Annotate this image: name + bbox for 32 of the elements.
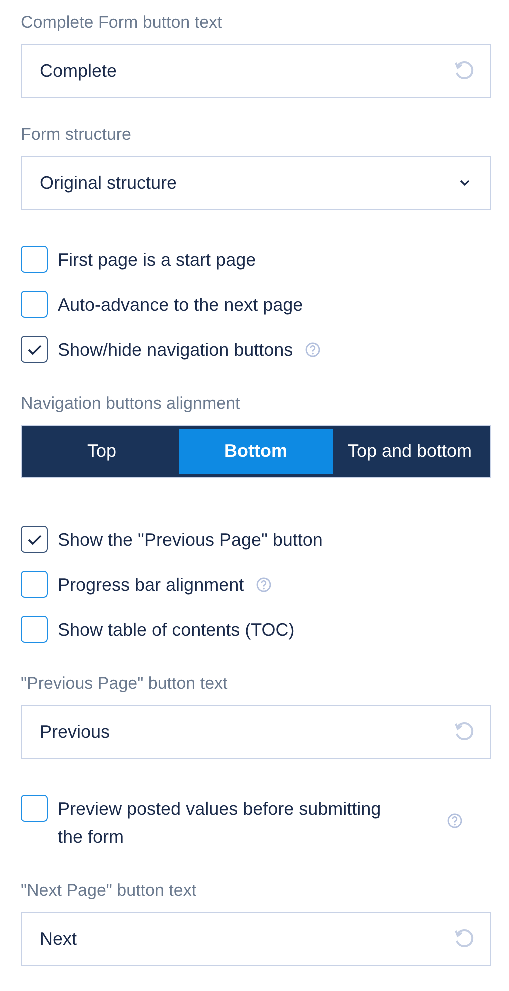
checkbox-label: Show table of contents (TOC)	[58, 619, 295, 642]
chevron-icon	[460, 180, 470, 186]
checkbox-label: Show the "Previous Page" button	[58, 529, 323, 552]
help-icon[interactable]	[447, 813, 463, 829]
check-icon	[28, 344, 42, 356]
checkbox[interactable]	[21, 336, 48, 363]
checkbox-label: Preview posted values before submitting the form	[58, 798, 382, 849]
checkbox[interactable]	[21, 246, 48, 273]
segment-tab[interactable]: Bottom	[179, 429, 333, 474]
checkbox-label: Progress bar alignment	[58, 574, 244, 597]
checkbox[interactable]	[21, 291, 48, 318]
help-icon[interactable]	[305, 342, 322, 358]
text-field[interactable]: Previous	[21, 705, 491, 759]
checkbox[interactable]	[21, 616, 48, 643]
text-field[interactable]: Complete	[21, 44, 491, 98]
checkbox-label: First page is a start page	[58, 249, 256, 272]
checkbox[interactable]	[21, 526, 48, 553]
checkbox[interactable]	[21, 795, 48, 822]
checkbox-label: Show/hide navigation buttons	[58, 339, 294, 362]
dropdown[interactable]: Original structure	[21, 156, 491, 210]
field-label: "Previous Page" button text	[21, 673, 229, 695]
segment-tab[interactable]: Top and bottom	[333, 429, 487, 474]
help-icon[interactable]	[256, 577, 272, 593]
field-label: Navigation buttons alignment	[21, 393, 242, 415]
checkbox-label: Auto-advance to the next page	[58, 294, 304, 317]
field-label: Complete Form button text	[21, 12, 224, 34]
checkbox[interactable]	[21, 571, 48, 598]
field-label: Form structure	[21, 124, 133, 146]
field-label: "Next Page" button text	[21, 880, 198, 902]
text-field[interactable]: Next	[21, 912, 491, 966]
check-icon	[28, 534, 42, 546]
segment-tab[interactable]: Top	[25, 429, 179, 474]
